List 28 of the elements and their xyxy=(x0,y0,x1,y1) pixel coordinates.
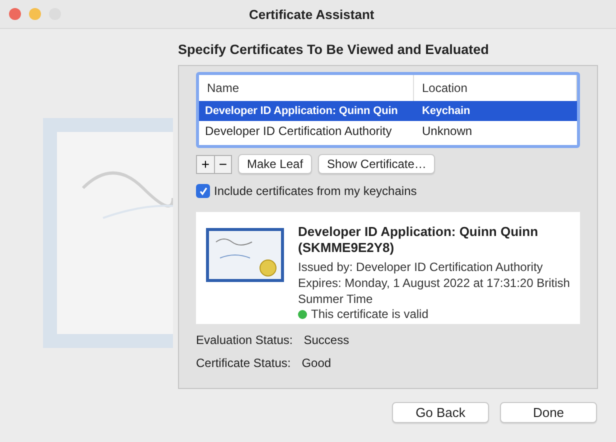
heading: Specify Certificates To Be Viewed and Evaluated xyxy=(178,42,490,57)
add-button[interactable]: + xyxy=(197,156,214,172)
table-cell: Developer ID Application: Quinn Quin xyxy=(199,101,414,121)
table-cell: Keychain xyxy=(414,101,577,121)
status-label: Certificate Status: xyxy=(196,356,291,370)
status-value: Good xyxy=(302,356,332,370)
minimize-button[interactable] xyxy=(29,8,41,20)
valid-icon xyxy=(298,310,307,318)
dialog-button[interactable]: Done xyxy=(500,402,597,423)
table-row[interactable]: Developer ID Application: Quinn Quin Keychain xyxy=(199,101,577,121)
expiry-text: Expires: Monday, 1 August 2022 at 17:31:20 British Summer Time xyxy=(298,275,570,307)
table-cell-text: Unknown xyxy=(421,123,474,140)
checkbox-label: Include certificates from my keychains xyxy=(214,184,417,198)
status-label: Evaluation Status: xyxy=(196,333,293,347)
status-value: Success xyxy=(304,333,350,347)
dialog-button[interactable]: Go Back xyxy=(392,402,489,423)
close-button[interactable] xyxy=(9,8,21,20)
table-row[interactable]: Developer ID Certification Authority Unknown xyxy=(199,121,577,141)
validity-text: This certificate is valid xyxy=(311,307,428,321)
toolbar-button[interactable]: Make Leaf xyxy=(238,154,312,174)
certificate-icon xyxy=(206,228,284,282)
checkbox[interactable] xyxy=(196,184,210,198)
window-title: Certificate Assistant xyxy=(249,6,374,22)
certificate-title: Developer ID Application: Quinn Quinn (SKMME9E2Y8) xyxy=(298,224,540,256)
toolbar-button[interactable]: Show Certificate… xyxy=(318,154,436,174)
remove-button[interactable]: − xyxy=(214,156,231,172)
table-cell-text: Developer ID Certification Authority xyxy=(204,123,393,140)
issuer-text: Issued by: Developer ID Certification Authority xyxy=(298,259,544,275)
